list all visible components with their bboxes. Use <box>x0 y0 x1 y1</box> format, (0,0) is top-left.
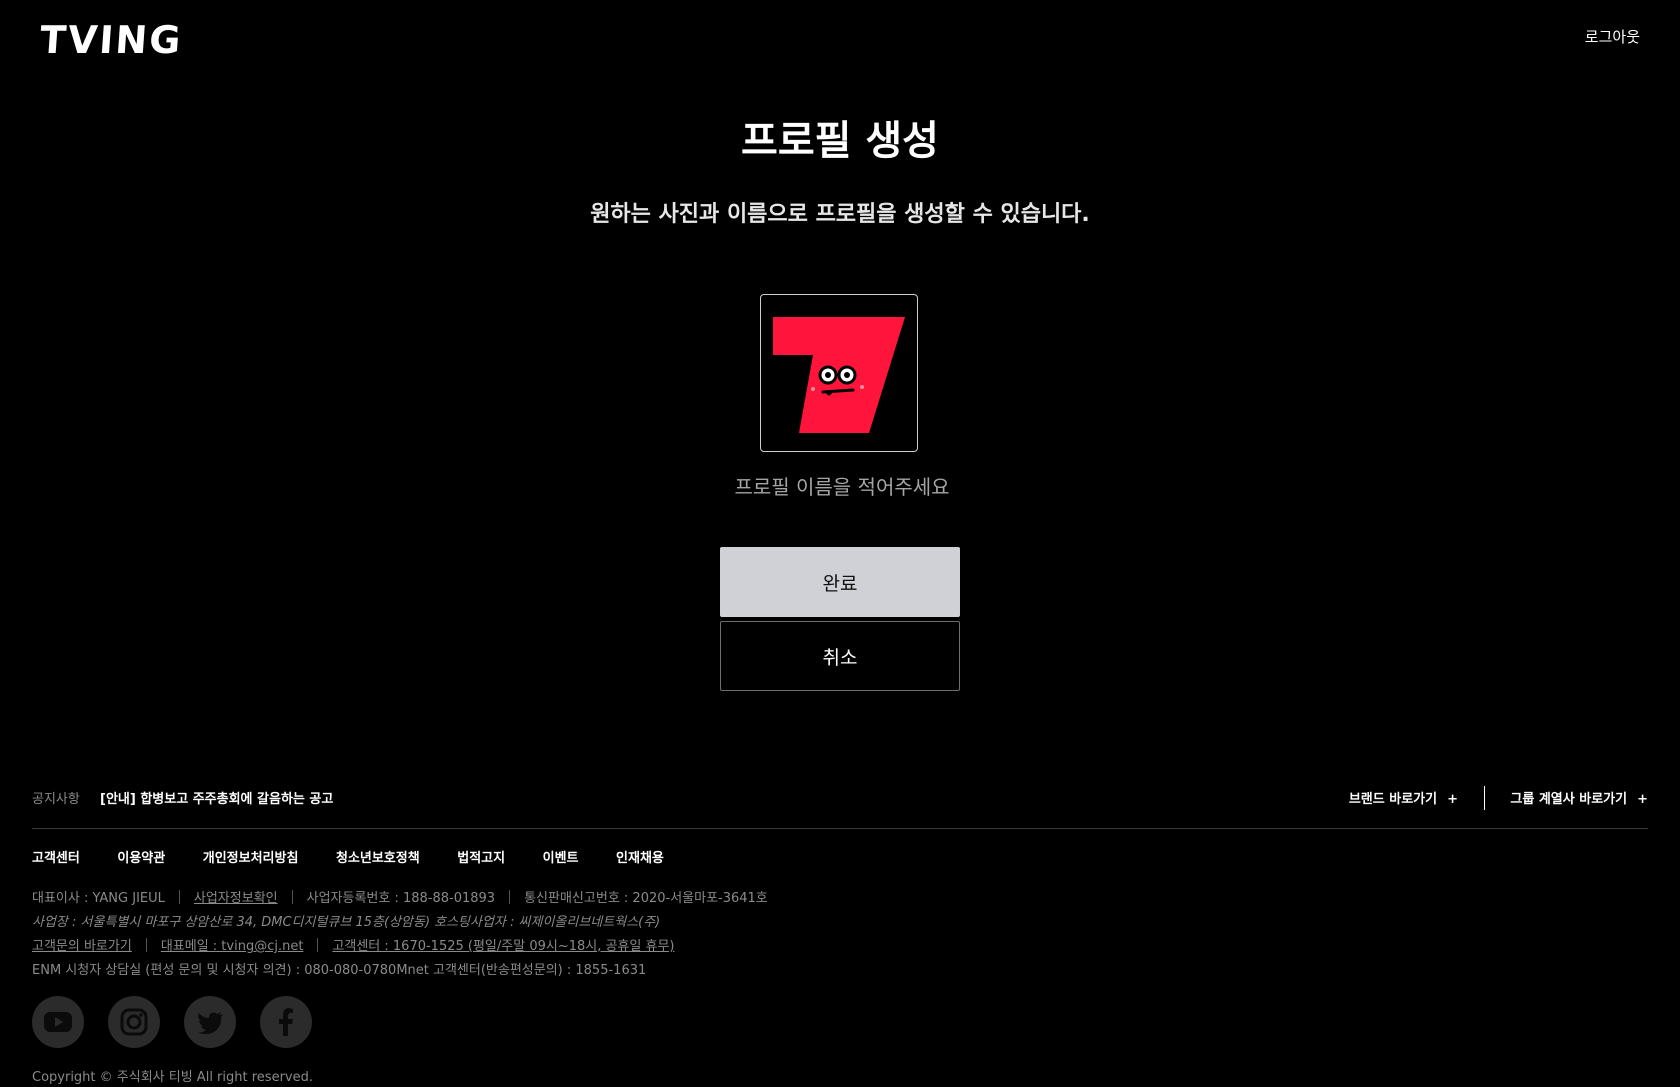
facebook-icon[interactable] <box>260 996 312 1048</box>
youtube-icon[interactable] <box>32 996 84 1048</box>
header: TVING 로그아웃 <box>0 0 1680 80</box>
divider <box>509 890 511 904</box>
group-shortcut-button[interactable]: 그룹 계열사 바로가기 + <box>1510 788 1648 807</box>
inquiry-link[interactable]: 고객문의 바로가기 <box>32 939 132 954</box>
page-subtitle: 원하는 사진과 이름으로 프로필을 생성할 수 있습니다. <box>590 202 1090 227</box>
page-title: 프로필 생성 <box>741 118 939 164</box>
tving-logo[interactable]: TVING <box>38 18 184 62</box>
group-shortcut-label: 그룹 계열사 바로가기 <box>1510 792 1628 807</box>
brand-shortcut-button[interactable]: 브랜드 바로가기 + <box>1349 788 1458 807</box>
footer-link-customer-center[interactable]: 고객센터 <box>32 851 80 866</box>
divider <box>145 938 147 952</box>
notice-bar: 공지사항 [안내] 합병보고 주주총회에 갈음하는 공고 브랜드 바로가기 + 그… <box>32 780 1648 829</box>
brand-shortcut-label: 브랜드 바로가기 <box>1348 792 1438 807</box>
divider <box>291 890 293 904</box>
notice-label: 공지사항 <box>32 792 80 807</box>
profile-image-picker[interactable] <box>760 294 918 452</box>
divider <box>317 938 319 952</box>
divider <box>178 890 180 904</box>
enm-info: ENM 시청자 상담실 (편성 문의 및 시청자 의견) : 080-080-0… <box>32 963 647 978</box>
business-number-text: 사업자등록번호 : 188-88-01893 <box>306 891 496 906</box>
plus-icon: + <box>1447 792 1458 807</box>
instagram-icon[interactable] <box>108 996 160 1048</box>
footer-link-privacy[interactable]: 개인정보처리방침 <box>203 851 299 866</box>
ecommerce-number-text: 통신판매신고번호 : 2020-서울마포-3641호 <box>524 891 768 906</box>
footer-link-event[interactable]: 이벤트 <box>543 851 579 866</box>
company-info-line-1: 대표이사 : YANG JIEUL 사업자정보확인 사업자등록번호 : 188-88… <box>32 887 768 906</box>
divider <box>1484 786 1485 810</box>
footer-link-youth-policy[interactable]: 청소년보호정책 <box>336 851 420 866</box>
done-button[interactable]: 완료 <box>720 547 960 617</box>
plus-icon: + <box>1637 792 1648 807</box>
business-info-link[interactable]: 사업자정보확인 <box>194 891 278 906</box>
footer-link-terms[interactable]: 이용약관 <box>117 851 165 866</box>
footer-link-legal[interactable]: 법적고지 <box>457 851 505 866</box>
profile-character-icon <box>773 317 905 433</box>
copyright: Copyright © 주식회사 티빙 All right reserved. <box>32 1070 313 1085</box>
twitter-icon[interactable] <box>184 996 236 1048</box>
email-link[interactable]: 대표메일 : tving@cj.net <box>161 939 304 954</box>
footer-link-careers[interactable]: 인재채용 <box>616 851 664 866</box>
company-info-line-3: 고객문의 바로가기 대표메일 : tving@cj.net 고객센터 : 1670-… <box>32 935 675 954</box>
company-address: 사업장 : 서울특별시 마포구 상암산로 34, DMC디지털큐브 15층(상암… <box>32 915 661 930</box>
profile-name-input[interactable] <box>640 470 1044 504</box>
cs-center-link[interactable]: 고객센터 : 1670-1525 (평일/주말 09시~18시, 공휴일 휴무) <box>332 939 674 954</box>
logout-button[interactable]: 로그아웃 <box>1585 26 1640 47</box>
notice-link[interactable]: [안내] 합병보고 주주총회에 갈음하는 공고 <box>100 788 333 807</box>
ceo-text: 대표이사 : YANG JIEUL <box>32 891 165 906</box>
cancel-button[interactable]: 취소 <box>720 621 960 691</box>
footer-links: 고객센터 이용약관 개인정보처리방침 청소년보호정책 법적고지 이벤트 인재채용 <box>32 847 697 866</box>
